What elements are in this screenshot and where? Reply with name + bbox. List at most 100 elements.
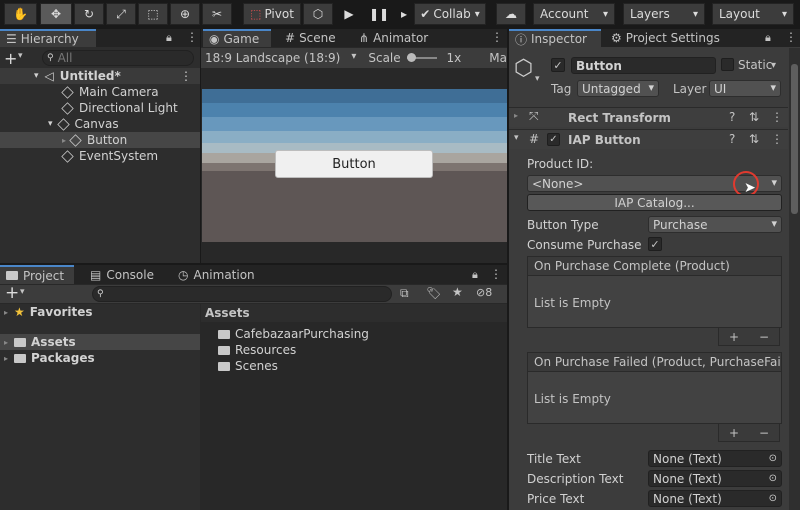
tree-item-assets[interactable]: ▸ Assets	[0, 334, 200, 350]
iap-button-header[interactable]: ▾ # ✓ IAP Button ? ⇅ ⋮	[509, 129, 788, 149]
price-text-field[interactable]: None (Text) ⊙	[648, 490, 782, 507]
aspect-dropdown[interactable]: 18:9 Landscape (18:9) ▾	[201, 51, 360, 65]
hierarchy-search-input[interactable]: ⚲ All	[42, 50, 194, 66]
add-item-button[interactable]: +	[729, 426, 739, 440]
star-icon[interactable]: ★	[452, 285, 463, 299]
maximize-toggle[interactable]: Ma	[489, 51, 507, 65]
chevron-down-icon[interactable]: ▾	[34, 71, 39, 81]
add-object-button[interactable]: +	[4, 49, 17, 68]
tree-item-favorites[interactable]: ▸ ★ Favorites	[0, 304, 200, 320]
global-toggle[interactable]: ⬡	[303, 3, 333, 25]
tab-animator[interactable]: ⋔ Animator	[353, 29, 434, 47]
game-viewport[interactable]: Button	[202, 89, 507, 242]
custom-tool-button[interactable]: ✂	[202, 3, 232, 25]
kebab-menu-icon[interactable]: ⋮	[180, 69, 192, 83]
breadcrumb-assets[interactable]: Assets	[205, 306, 250, 320]
scene-row[interactable]: ▾ ◁ Untitled* ⋮	[0, 68, 200, 84]
collab-dropdown[interactable]: ✔ Collab ▾	[414, 3, 486, 25]
consume-purchase-checkbox[interactable]: ✓	[648, 237, 662, 251]
hierarchy-item-main-camera[interactable]: Main Camera	[0, 84, 200, 100]
iap-catalog-button[interactable]: IAP Catalog...	[527, 194, 782, 211]
remove-item-button[interactable]: −	[759, 330, 769, 344]
object-picker-icon[interactable]: ⊙	[769, 473, 777, 484]
active-checkbox[interactable]: ✓	[551, 58, 565, 72]
chevron-down-icon[interactable]: ▾	[514, 133, 519, 143]
tree-item-packages[interactable]: ▸ Packages	[0, 350, 200, 366]
layers-dropdown[interactable]: Layers ▾	[623, 3, 705, 25]
tab-game[interactable]: ◉ Game	[203, 29, 271, 47]
transform-tool-button[interactable]: ⊕	[170, 3, 200, 25]
tab-scene[interactable]: # Scene	[279, 29, 342, 47]
object-picker-icon[interactable]: ⊙	[769, 493, 777, 504]
pivot-toggle[interactable]: ⬚ Pivot	[243, 3, 301, 25]
add-item-button[interactable]: +	[729, 330, 739, 344]
tab-inspector[interactable]: ⓘ Inspector	[509, 29, 601, 47]
component-enabled-checkbox[interactable]: ✓	[547, 133, 560, 146]
layer-dropdown[interactable]: UI	[709, 80, 781, 97]
chevron-down-icon[interactable]: ▾	[771, 60, 776, 71]
chevron-right-icon[interactable]: ▸	[4, 354, 8, 363]
remove-item-button[interactable]: −	[759, 426, 769, 440]
preset-icon[interactable]: ⇅	[749, 132, 759, 146]
inspector-scrollbar[interactable]	[789, 48, 800, 510]
scale-slider[interactable]	[406, 53, 437, 62]
chevron-right-icon[interactable]: ▸	[62, 136, 66, 145]
chevron-down-icon[interactable]: ▾	[18, 51, 23, 61]
kebab-menu-icon[interactable]: ⋮	[491, 30, 503, 44]
step-button[interactable]: ▸	[395, 3, 413, 25]
button-type-dropdown[interactable]: Purchase	[648, 216, 782, 233]
tab-hierarchy[interactable]: ☰ Hierarchy	[0, 29, 96, 47]
asset-folder-scenes[interactable]: Scenes	[218, 358, 498, 374]
kebab-menu-icon[interactable]: ⋮	[771, 132, 783, 146]
hidden-packages-toggle[interactable]: ⊘8	[476, 286, 492, 299]
static-checkbox[interactable]	[721, 58, 734, 71]
hierarchy-item-eventsystem[interactable]: EventSystem	[0, 148, 200, 164]
play-button[interactable]: ▶	[335, 3, 363, 25]
chevron-right-icon[interactable]: ▸	[4, 338, 8, 347]
hierarchy-item-button[interactable]: ▸ Button	[0, 132, 200, 148]
kebab-menu-icon[interactable]: ⋮	[490, 267, 502, 281]
account-dropdown[interactable]: Account ▾	[533, 3, 615, 25]
title-text-field[interactable]: None (Text) ⊙	[648, 450, 782, 467]
asset-folder-resources[interactable]: Resources	[218, 342, 498, 358]
help-icon[interactable]: ?	[729, 110, 735, 124]
asset-folder-cafebazaar[interactable]: CafebazaarPurchasing	[218, 326, 498, 342]
kebab-menu-icon[interactable]: ⋮	[186, 30, 198, 44]
tag-dropdown[interactable]: Untagged	[577, 80, 659, 97]
cloud-button[interactable]: ☁	[496, 3, 526, 25]
hierarchy-item-directional-light[interactable]: Directional Light	[0, 100, 200, 116]
rotate-tool-button[interactable]: ↻	[74, 3, 104, 25]
tab-project[interactable]: Project	[0, 265, 74, 284]
scrollbar-thumb[interactable]	[791, 64, 798, 214]
scale-tool-button[interactable]: ⤢	[106, 3, 136, 25]
slider-thumb[interactable]	[406, 53, 416, 62]
project-search-input[interactable]: ⚲	[92, 286, 392, 302]
hierarchy-item-canvas[interactable]: ▾ Canvas	[0, 116, 200, 132]
description-text-field[interactable]: None (Text) ⊙	[648, 470, 782, 487]
label-icon[interactable]: 🏷︎	[426, 286, 441, 300]
chevron-right-icon[interactable]: ▸	[514, 111, 518, 120]
lock-icon[interactable]: 🔒︎	[166, 31, 172, 45]
help-icon[interactable]: ?	[729, 132, 735, 146]
chevron-right-icon[interactable]: ▸	[4, 308, 8, 317]
preset-icon[interactable]: ⇅	[749, 110, 759, 124]
rect-tool-button[interactable]: ⬚	[138, 3, 168, 25]
game-ui-button[interactable]: Button	[275, 150, 433, 178]
create-asset-button[interactable]: +	[5, 283, 19, 303]
tab-console[interactable]: ▤ Console	[84, 265, 160, 284]
hand-tool-button[interactable]: ✋	[4, 3, 37, 25]
tab-animation[interactable]: ◷ Animation	[172, 265, 261, 284]
lock-icon[interactable]: 🔒︎	[472, 268, 478, 282]
filter-type-icon[interactable]: ⧉	[400, 286, 409, 301]
chevron-down-icon[interactable]: ▾	[535, 74, 540, 84]
layout-dropdown[interactable]: Layout ▾	[712, 3, 794, 25]
kebab-menu-icon[interactable]: ⋮	[785, 30, 797, 44]
chevron-down-icon[interactable]: ▾	[20, 287, 25, 297]
tab-project-settings[interactable]: ⚙ Project Settings	[605, 29, 726, 47]
object-picker-icon[interactable]: ⊙	[769, 453, 777, 464]
kebab-menu-icon[interactable]: ⋮	[771, 110, 783, 124]
lock-icon[interactable]: 🔒︎	[765, 31, 771, 45]
chevron-down-icon[interactable]: ▾	[48, 119, 53, 129]
rect-transform-header[interactable]: ▸ ⤧ Rect Transform ? ⇅ ⋮	[509, 107, 788, 127]
object-name-field[interactable]: Button	[571, 57, 716, 74]
